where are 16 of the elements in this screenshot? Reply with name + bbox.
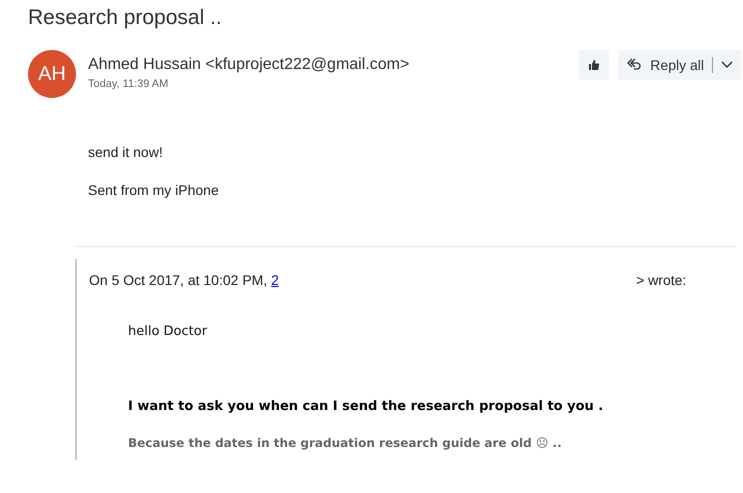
email-subject: Research proposal .. (28, 6, 223, 31)
quote-header: On 5 Oct 2017, at 10:02 PM, (89, 272, 268, 288)
sender-name: Ahmed Hussain <kfuproject222@gmail.com> (88, 56, 410, 74)
message-text: Sent from my iPhone (88, 182, 220, 198)
reply-all-button[interactable]: Reply all (618, 50, 741, 80)
quoted-text: I want to ask you when can I send the research proposal to you . (128, 399, 604, 414)
email-link[interactable]: 2 (271, 272, 636, 288)
quoted-text: Because the dates in the graduation research guide are old ☹ .. (128, 436, 563, 450)
avatar: AH (28, 50, 76, 98)
quoted-text: hello Doctor (128, 324, 208, 339)
quote-header: > wrote: (636, 272, 686, 288)
chevron-down-icon (721, 61, 733, 69)
sent-time: Today, 11:39 AM (88, 78, 170, 90)
like-button[interactable] (579, 50, 610, 80)
thumbs-up-icon (588, 59, 600, 71)
message-text: send it now! (88, 144, 164, 160)
